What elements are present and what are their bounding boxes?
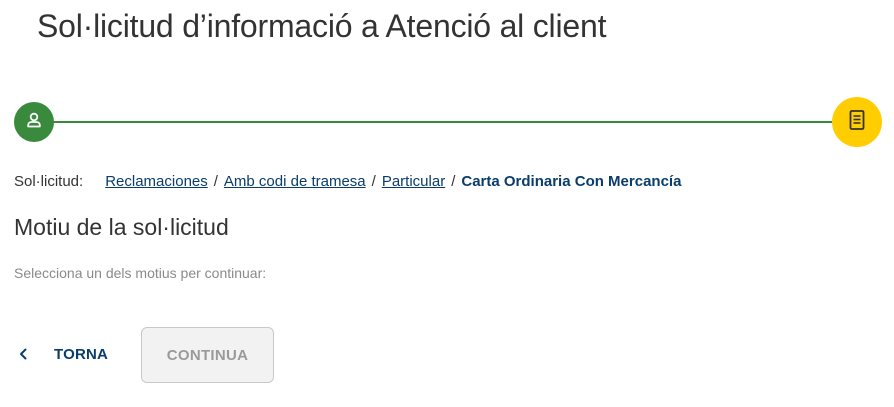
breadcrumb-label: Sol·licitud: — [14, 173, 84, 190]
helper-text: Selecciona un dels motius per continuar: — [14, 265, 267, 281]
continue-button[interactable]: CONTINUA — [141, 327, 274, 383]
breadcrumb: Sol·licitud: Reclamaciones / Amb codi de… — [14, 172, 681, 192]
step-request-form[interactable] — [832, 97, 882, 147]
step-personal-data[interactable] — [14, 102, 54, 142]
breadcrumb-link-reclamaciones[interactable]: Reclamaciones — [105, 172, 208, 192]
user-icon — [25, 111, 43, 134]
breadcrumb-separator: / — [451, 173, 456, 190]
page-title: Sol·licitud d’informació a Atenció al cl… — [37, 8, 607, 44]
document-icon — [847, 109, 867, 136]
breadcrumb-link-particular[interactable]: Particular — [382, 172, 445, 192]
stepper-line — [50, 121, 836, 123]
breadcrumb-separator: / — [213, 173, 218, 190]
breadcrumb-current: Carta Ordinaria Con Mercancía — [461, 173, 682, 190]
breadcrumb-link-amb-codi[interactable]: Amb codi de tramesa — [224, 172, 366, 192]
progress-stepper — [0, 96, 894, 148]
back-button-label: TORNA — [54, 345, 109, 363]
breadcrumb-separator: / — [371, 173, 376, 190]
chevron-left-icon — [18, 347, 30, 361]
back-button[interactable]: TORNA — [18, 340, 108, 368]
section-title: Motiu de la sol·licitud — [14, 214, 229, 240]
